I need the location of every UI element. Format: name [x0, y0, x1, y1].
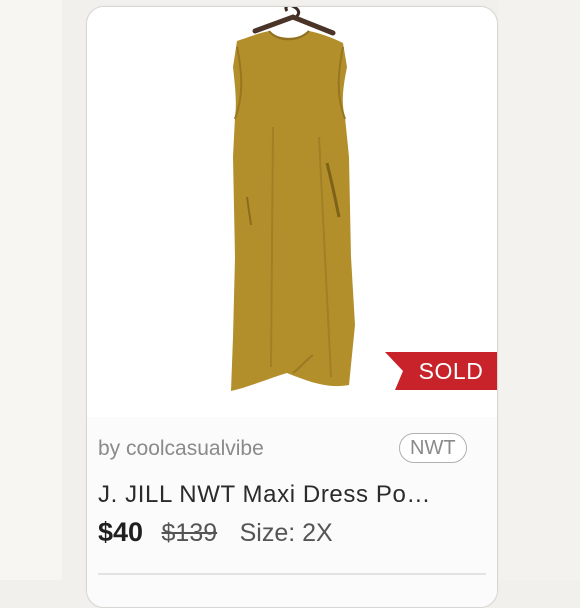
hanger-icon [252, 14, 336, 36]
condition-badge: NWT [399, 433, 467, 463]
size-label: Size: 2X [239, 519, 333, 547]
listing-title[interactable]: J. JILL NWT Maxi Dress Po… [98, 481, 488, 509]
sold-label: SOLD [418, 358, 484, 384]
listing-info: by coolcasualvibe NWT J. JILL NWT Maxi D… [87, 417, 497, 607]
page-margin-right [498, 0, 580, 580]
product-image[interactable]: SOLD [87, 7, 497, 417]
price-row: $40 $139 Size: 2X [98, 517, 333, 551]
sold-badge: SOLD [385, 352, 497, 390]
current-price: $40 [98, 517, 144, 547]
original-price: $139 [161, 519, 218, 547]
listing-card[interactable]: SOLD by coolcasualvibe NWT J. JILL NWT M… [86, 6, 498, 608]
seller-name[interactable]: by coolcasualvibe [98, 437, 264, 461]
divider [98, 573, 486, 575]
page-margin-left [0, 0, 62, 580]
